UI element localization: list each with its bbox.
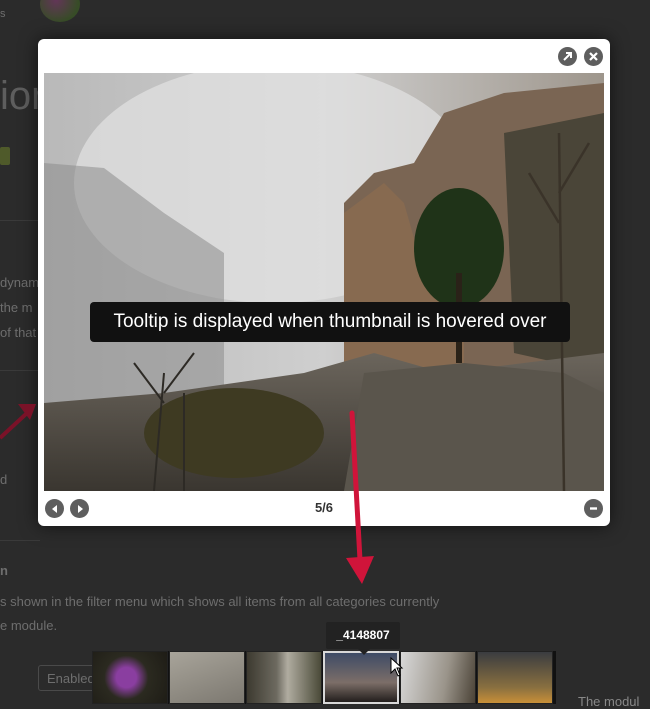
thumbnail-tooltip: _4148807: [326, 622, 400, 655]
thumbnail-6[interactable]: [477, 651, 553, 704]
annotation-arrows: [0, 404, 374, 584]
left-arrow-annotation: [0, 404, 36, 440]
thumbnail-2[interactable]: [169, 651, 245, 704]
thumbnail-3[interactable]: [246, 651, 322, 704]
thumbnail-5[interactable]: [400, 651, 476, 704]
thumbnail-1[interactable]: [92, 651, 168, 704]
thumbnail-4[interactable]: [323, 651, 399, 704]
mouse-cursor-icon: [390, 657, 404, 677]
thumbnail-strip: [92, 651, 556, 704]
down-arrow-annotation: [346, 410, 374, 584]
